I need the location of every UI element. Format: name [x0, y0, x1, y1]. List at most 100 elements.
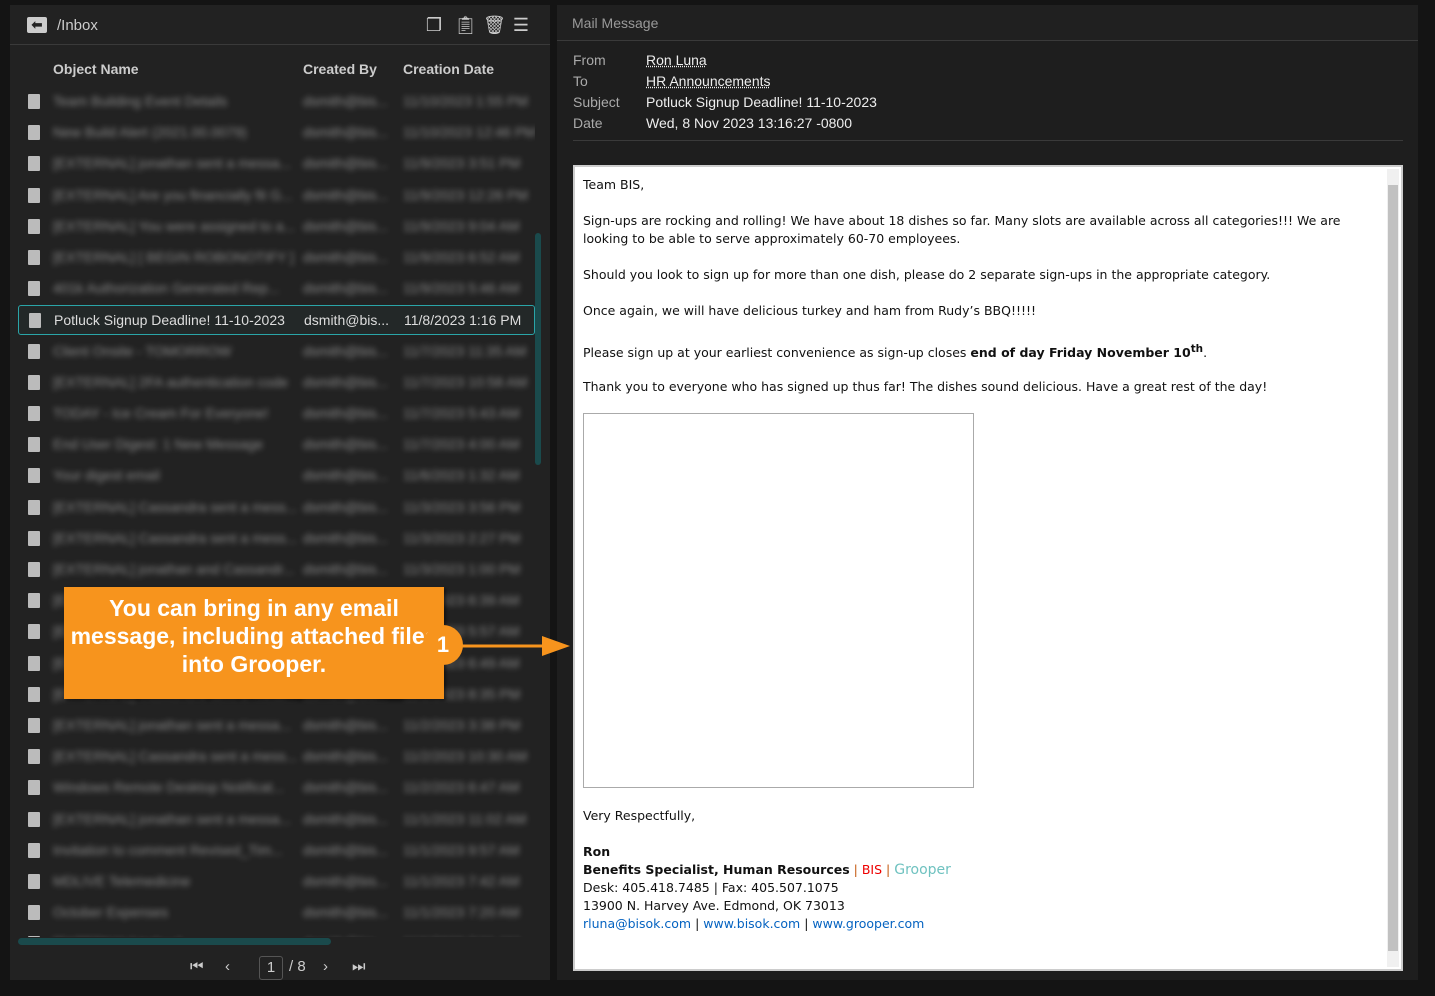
- from-link[interactable]: Ron Luna: [646, 52, 707, 68]
- document-icon: [28, 156, 40, 172]
- cell: TODAY - Ice Cream For Everyone!: [53, 405, 269, 421]
- col-creation-date[interactable]: Creation Date: [403, 61, 494, 77]
- list-item[interactable]: Client Onsite - TOMORROW dsmith@bis... 11/…: [18, 337, 535, 367]
- last-page-icon[interactable]: ⏭: [352, 958, 366, 975]
- col-object-name[interactable]: Object Name: [53, 61, 139, 77]
- list-item[interactable]: End User Digest: 1 New Message dsmith@bis…: [18, 430, 535, 460]
- sig-bis: BIS: [861, 862, 883, 877]
- trash-icon[interactable]: 🗑︎: [483, 14, 506, 36]
- divider: [573, 140, 1403, 141]
- mail-scrollbar[interactable]: [1387, 169, 1399, 967]
- list-item[interactable]: [EXTERNAL] Are you financially fit G... d…: [18, 181, 535, 211]
- document-icon: [28, 718, 40, 733]
- object-list: Team Building Event Details dsmith@bis...…: [10, 85, 535, 937]
- page-input[interactable]: 1: [259, 956, 283, 980]
- cell: dsmith@bis...: [303, 873, 389, 889]
- mail-panel-title: Mail Message: [572, 15, 659, 31]
- body-greeting: Team BIS,: [583, 177, 645, 192]
- cell: 11/2/2023 3:38 PM: [403, 717, 521, 733]
- list-item[interactable]: MDLIVE Telemedicine dsmith@bis... 11/1/202…: [18, 867, 535, 897]
- cell: dsmith@bis...: [303, 280, 389, 297]
- cell: 11/9/2023 12:26 PM: [403, 186, 529, 203]
- meta-label: To: [573, 73, 588, 89]
- next-page-icon[interactable]: ›: [323, 958, 328, 975]
- list-item[interactable]: [EXTERNAL] 2FA authentication code dsmith…: [18, 368, 535, 398]
- list-item[interactable]: [EXTERNAL] jonathan sent a messa... dsmit…: [18, 805, 535, 835]
- callout-arrow-icon: [462, 636, 570, 656]
- body-paragraph: Please sign up at your earliest convenie…: [583, 340, 1373, 362]
- selected-list-item[interactable]: Potluck Signup Deadline! 11-10-2023 dsmit…: [18, 305, 535, 336]
- list-item[interactable]: October Expenses dsmith@bis... 11/1/2023 7…: [18, 898, 535, 928]
- bisok-link[interactable]: www.bisok.com: [703, 916, 800, 931]
- to-link[interactable]: HR Announcements: [646, 73, 771, 89]
- document-icon: [28, 250, 40, 265]
- email-link[interactable]: rluna@bisok.com: [583, 916, 691, 931]
- paste-clipboard-icon[interactable]: 📋︎: [454, 14, 477, 36]
- first-page-icon[interactable]: ⏮: [190, 958, 204, 975]
- list-item[interactable]: [EXTERNAL] jonathan and Cassandr... dsmit…: [18, 555, 535, 585]
- prev-page-icon[interactable]: ‹: [225, 958, 230, 975]
- col-created-by[interactable]: Created By: [303, 61, 377, 77]
- cell: Potluck Signup Deadline! 11-10-2023: [54, 312, 285, 329]
- cell: [EXTERNAL] jonathan and Cassandr...: [53, 561, 295, 577]
- list-item[interactable]: Windows Remote Desktop Notificat... dsmit…: [18, 773, 535, 803]
- document-icon: [28, 374, 40, 390]
- copy-icon[interactable]: ❐: [424, 14, 444, 36]
- document-icon: [28, 468, 40, 484]
- list-item[interactable]: Team Building Event Details dsmith@bis...…: [18, 87, 535, 117]
- list-item[interactable]: [EXTERNAL] Cassandra sent a mess... dsmit…: [18, 524, 535, 554]
- sig-title-line: Benefits Specialist, Human Resources | B…: [583, 862, 951, 878]
- list-item[interactable]: 401k Authorization Generated Rep... dsmit…: [18, 274, 535, 304]
- cell: 11/1/2023 7:01 AM: [403, 935, 520, 937]
- cell: Invitation to comment Revised_Tim...: [53, 841, 283, 858]
- document-icon: [28, 905, 40, 921]
- cell: [EXTERNAL] jonathan sent a messa...: [53, 155, 292, 172]
- list-item[interactable]: Invitation to comment Revised_Tim... dsmi…: [18, 836, 535, 866]
- sig-name: Ron: [583, 844, 611, 859]
- cell: 11/7/2023 10:58 AM: [403, 373, 528, 390]
- cell: [EXTERNAL] jonathan sent a messa...: [53, 717, 292, 733]
- cell: 11/7/2023 11:35 AM: [403, 342, 527, 359]
- list-item[interactable]: New Build Alert (2021.00.0079) dsmith@bis…: [18, 118, 535, 148]
- scroll-thumb[interactable]: [1388, 185, 1398, 951]
- list-item[interactable]: [EXTERNAL] Indeed ... dsmith@bis... 11/1/2…: [18, 929, 535, 937]
- cell: dsmith@bis...: [303, 405, 389, 421]
- folder-path: /Inbox: [57, 17, 98, 34]
- cell: dsmith@bis...: [303, 810, 389, 827]
- cell: 11/9/2023 6:52 AM: [403, 249, 520, 265]
- meta-label: Date: [573, 115, 603, 131]
- document-icon: [28, 437, 40, 453]
- cell: dsmith@bis...: [303, 436, 389, 453]
- cell: 11/9/2023 3:51 PM: [403, 155, 521, 172]
- cell: dsmith@bis...: [303, 748, 389, 765]
- list-item[interactable]: [EXTERNAL] [ BEGIN ROBONOTIFY ] dsmith@bi…: [18, 243, 535, 273]
- meta-label: Subject: [573, 94, 620, 110]
- cell: New Build Alert (2021.00.0079): [53, 124, 247, 141]
- list-item[interactable]: [EXTERNAL] Cassandra sent a mess... dsmit…: [18, 742, 535, 772]
- sig-title: Benefits Specialist, Human Resources: [583, 862, 850, 877]
- list-item[interactable]: [EXTERNAL] jonathan sent a messa... dsmit…: [18, 711, 535, 741]
- list-item[interactable]: Your digest email dsmith@bis... 11/6/2023 …: [18, 461, 535, 491]
- list-item[interactable]: [EXTERNAL] Cassandra sent a mess... dsmit…: [18, 493, 535, 523]
- list-item[interactable]: [EXTERNAL] You were assigned to a... dsmi…: [18, 212, 535, 242]
- list-item[interactable]: TODAY - Ice Cream For Everyone! dsmith@bi…: [18, 399, 535, 429]
- list-item[interactable]: [EXTERNAL] jonathan sent a messa... dsmit…: [18, 149, 535, 179]
- horizontal-scrollbar[interactable]: [18, 938, 331, 945]
- cell: 11/1/2023 7:20 AM: [403, 904, 520, 921]
- document-icon: [28, 218, 40, 234]
- document-icon: [28, 686, 40, 702]
- list-view-icon[interactable]: ☰: [511, 14, 531, 36]
- document-icon: [28, 624, 40, 640]
- folder-back-icon[interactable]: ⬅: [27, 17, 47, 33]
- cell: dsmith@bis...: [303, 373, 389, 390]
- document-icon: [28, 187, 40, 203]
- cell: [EXTERNAL] Cassandra sent a mess...: [53, 498, 298, 515]
- grooper-link[interactable]: www.grooper.com: [812, 916, 924, 931]
- cell: 11/3/2023 1:00 PM: [403, 561, 521, 577]
- cell: [EXTERNAL] Indeed ...: [53, 935, 298, 937]
- cell: dsmith@bis...: [303, 155, 389, 172]
- vertical-scrollbar[interactable]: [535, 233, 541, 465]
- document-icon: [28, 936, 40, 937]
- document-icon: [28, 562, 40, 577]
- cell: dsmith@bis...: [303, 904, 389, 921]
